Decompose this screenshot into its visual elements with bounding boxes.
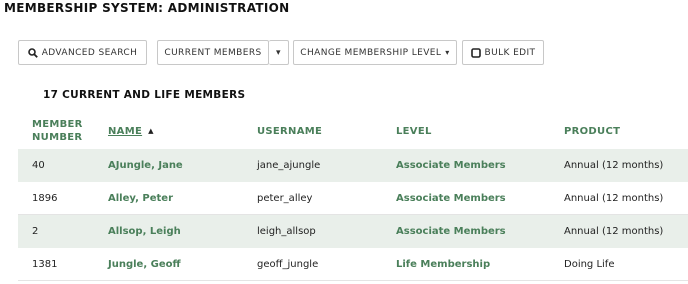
table-row: 40 AJungle, Jane jane_ajungle Associate … — [18, 149, 688, 182]
cell-level-link[interactable]: Associate Members — [396, 182, 506, 215]
change-membership-level-label: CHANGE MEMBERSHIP LEVEL — [300, 47, 442, 58]
cell-name-link[interactable]: Allsop, Leigh — [108, 215, 181, 248]
cell-product: Annual (12 months) — [564, 160, 664, 171]
table-row: 1896 Alley, Peter peter_alley Associate … — [18, 182, 688, 215]
cell-member-number: 1381 — [32, 259, 58, 270]
cell-name-link[interactable]: AJungle, Jane — [108, 149, 183, 182]
cell-product: Annual (12 months) — [564, 226, 664, 237]
header-username[interactable]: USERNAME — [257, 125, 322, 138]
cell-name-link[interactable]: Jungle, Geoff — [108, 248, 181, 281]
change-membership-level-button[interactable]: CHANGE MEMBERSHIP LEVEL ▾ — [293, 40, 457, 65]
advanced-search-label: ADVANCED SEARCH — [41, 47, 138, 58]
bulk-edit-button[interactable]: BULK EDIT — [462, 40, 544, 65]
cell-username: jane_ajungle — [257, 160, 321, 171]
current-members-label: CURRENT MEMBERS — [164, 47, 262, 58]
current-members-dropdown-toggle[interactable]: ▾ — [269, 40, 289, 65]
header-level[interactable]: LEVEL — [396, 125, 432, 138]
sort-ascending-icon: ▲ — [148, 127, 154, 135]
cell-username: leigh_allsop — [257, 226, 316, 237]
cell-username: peter_alley — [257, 193, 313, 204]
search-icon — [27, 47, 38, 58]
cell-member-number: 2 — [32, 226, 39, 237]
cell-member-number: 1896 — [32, 193, 58, 204]
caret-down-icon: ▾ — [276, 47, 281, 58]
current-members-button[interactable]: CURRENT MEMBERS — [157, 40, 269, 65]
advanced-search-button[interactable]: ADVANCED SEARCH — [18, 40, 147, 65]
table-row: 1381 Jungle, Geoff geoff_jungle Life Mem… — [18, 248, 688, 281]
cell-level-link[interactable]: Life Membership — [396, 248, 490, 281]
checkbox-icon — [470, 47, 481, 58]
header-name[interactable]: NAME ▲ — [108, 125, 154, 138]
cell-member-number: 40 — [32, 160, 45, 171]
cell-product: Annual (12 months) — [564, 193, 664, 204]
cell-level-link[interactable]: Associate Members — [396, 149, 506, 182]
bulk-edit-label: BULK EDIT — [484, 47, 536, 58]
cell-product: Doing Life — [564, 259, 615, 270]
cell-level-link[interactable]: Associate Members — [396, 215, 506, 248]
header-product[interactable]: PRODUCT — [564, 125, 620, 138]
header-name-label: NAME — [108, 126, 143, 137]
cell-username: geoff_jungle — [257, 259, 319, 270]
caret-down-icon: ▾ — [445, 48, 450, 57]
table-row: 2 Allsop, Leigh leigh_allsop Associate M… — [18, 215, 688, 248]
cell-name-link[interactable]: Alley, Peter — [108, 182, 173, 215]
member-count: 17 CURRENT AND LIFE MEMBERS — [43, 89, 246, 101]
page-title: MEMBERSHIP SYSTEM: ADMINISTRATION — [4, 1, 290, 15]
header-member-number[interactable]: MEMBER NUMBER — [32, 118, 83, 144]
